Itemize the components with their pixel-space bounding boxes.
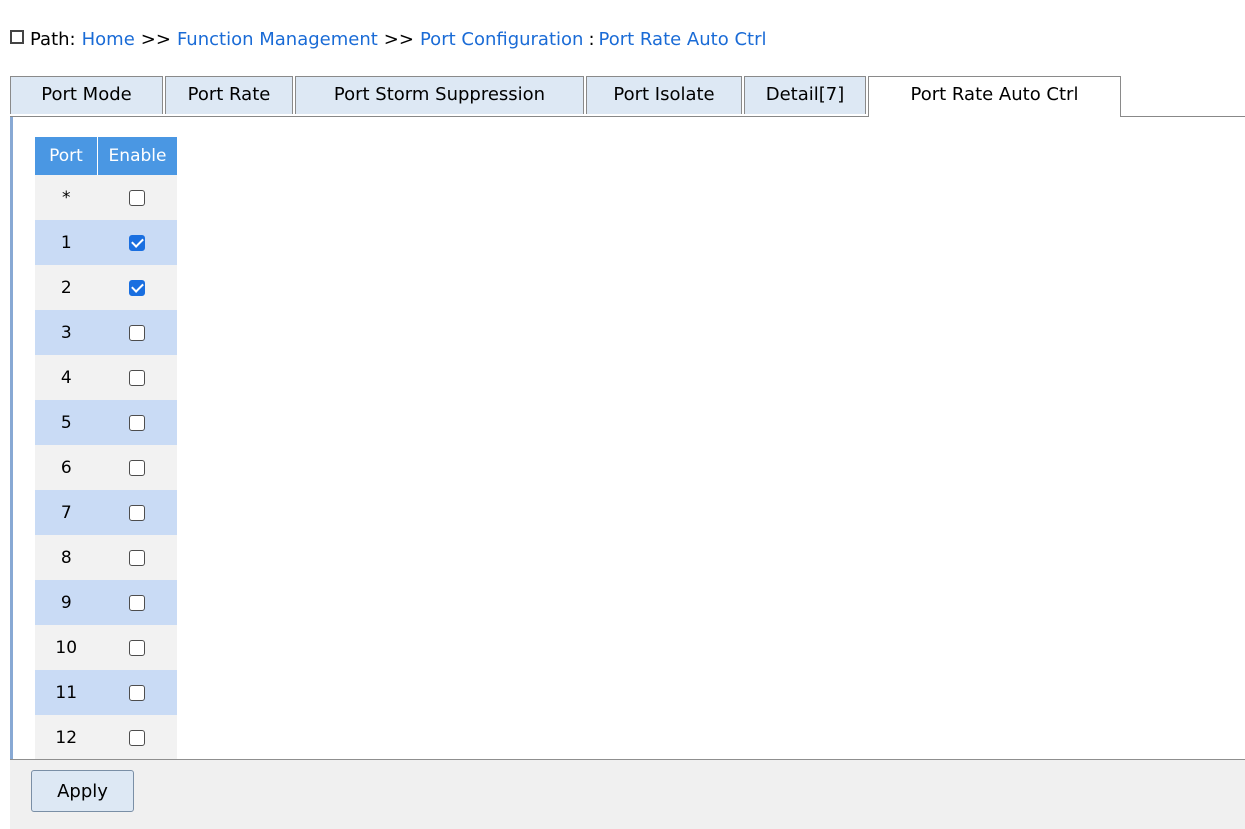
breadcrumb-port-configuration-link[interactable]: Port Configuration: [420, 29, 583, 50]
table-row: 11: [35, 670, 177, 715]
port-cell: 2: [35, 265, 98, 310]
apply-button[interactable]: Apply: [31, 770, 134, 812]
port-cell: 1: [35, 220, 98, 265]
port-cell: 6: [35, 445, 98, 490]
enable-checkbox[interactable]: [129, 279, 146, 296]
table-row: 8: [35, 535, 177, 580]
enable-cell: [97, 580, 177, 625]
tab-bar: Port Mode Port Rate Port Storm Suppressi…: [10, 76, 1245, 117]
table-row: 3: [35, 310, 177, 355]
tab-port-isolate[interactable]: Port Isolate: [586, 76, 742, 114]
tab-port-mode[interactable]: Port Mode: [10, 76, 163, 114]
enable-cell: [97, 220, 177, 265]
table-row: 7: [35, 490, 177, 535]
tab-detail[interactable]: Detail[7]: [744, 76, 866, 114]
port-rate-auto-ctrl-table: Port Enable * 1 2 3 4 5 6 7 8 9 10 11 12: [35, 137, 177, 760]
table-header-row: Port Enable: [35, 137, 177, 175]
enable-cell: [97, 670, 177, 715]
enable-checkbox[interactable]: [129, 369, 146, 386]
path-label: Path:: [30, 29, 76, 50]
enable-cell: [97, 715, 177, 760]
enable-checkbox[interactable]: [129, 414, 146, 431]
breadcrumb: Path: Home >> Function Management >> Port Con…: [10, 28, 766, 52]
breadcrumb-separator: >>: [140, 29, 171, 50]
table-row: 12: [35, 715, 177, 760]
tab-port-rate[interactable]: Port Rate: [165, 76, 293, 114]
table-row: 2: [35, 265, 177, 310]
port-cell: 3: [35, 310, 98, 355]
enable-checkbox[interactable]: [129, 459, 146, 476]
enable-cell: [97, 535, 177, 580]
enable-cell: [97, 355, 177, 400]
port-cell: 11: [35, 670, 98, 715]
enable-all-checkbox[interactable]: [129, 189, 146, 206]
enable-cell: [97, 445, 177, 490]
enable-checkbox[interactable]: [129, 594, 146, 611]
enable-checkbox[interactable]: [129, 549, 146, 566]
port-cell: *: [35, 175, 98, 220]
table-row: 1: [35, 220, 177, 265]
breadcrumb-colon: :: [588, 29, 595, 50]
enable-checkbox[interactable]: [129, 684, 146, 701]
table-row: 9: [35, 580, 177, 625]
table-row: 4: [35, 355, 177, 400]
enable-cell: [97, 310, 177, 355]
enable-cell: [97, 625, 177, 670]
table-row: 5: [35, 400, 177, 445]
breadcrumb-home-link[interactable]: Home: [82, 29, 135, 50]
enable-column-header: Enable: [97, 137, 177, 175]
tab-port-rate-auto-ctrl[interactable]: Port Rate Auto Ctrl: [868, 76, 1121, 117]
enable-checkbox[interactable]: [129, 324, 146, 341]
content-panel: Port Enable * 1 2 3 4 5 6 7 8 9 10 11 12: [10, 117, 1245, 760]
enable-checkbox[interactable]: [129, 639, 146, 656]
enable-checkbox[interactable]: [129, 729, 146, 746]
port-cell: 4: [35, 355, 98, 400]
enable-cell: [97, 265, 177, 310]
enable-checkbox[interactable]: [129, 504, 146, 521]
breadcrumb-separator: >>: [383, 29, 414, 50]
tab-port-storm-suppression[interactable]: Port Storm Suppression: [295, 76, 584, 114]
breadcrumb-current-page[interactable]: Port Rate Auto Ctrl: [599, 29, 767, 50]
table-row: 10: [35, 625, 177, 670]
table-row: 6: [35, 445, 177, 490]
breadcrumb-function-management-link[interactable]: Function Management: [177, 29, 378, 50]
table-row: *: [35, 175, 177, 220]
port-cell: 5: [35, 400, 98, 445]
port-cell: 7: [35, 490, 98, 535]
footer-bar: Apply: [10, 759, 1245, 829]
port-cell: 10: [35, 625, 98, 670]
port-cell: 9: [35, 580, 98, 625]
port-cell: 12: [35, 715, 98, 760]
port-column-header: Port: [35, 137, 98, 175]
square-icon: [10, 30, 24, 44]
enable-cell: [97, 490, 177, 535]
enable-cell: [97, 400, 177, 445]
enable-cell: [97, 175, 177, 220]
enable-checkbox[interactable]: [129, 234, 146, 251]
port-cell: 8: [35, 535, 98, 580]
